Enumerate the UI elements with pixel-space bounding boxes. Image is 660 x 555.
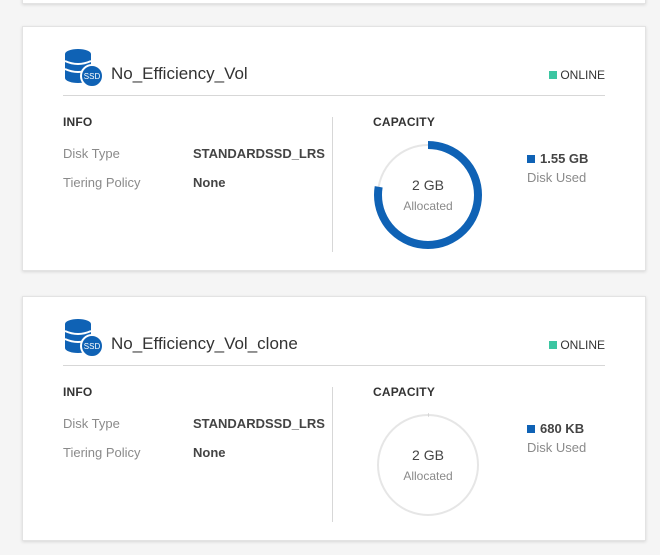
allocated-size: 2 GB [412,177,444,193]
legend-square [527,154,535,163]
disk-used-value: 1.55 GB [527,151,588,166]
header-divider [63,365,605,366]
capacity-title: CAPACITY [373,385,436,399]
ssd-volume-icon: SSD [63,47,105,89]
svg-text:SSD: SSD [84,72,101,81]
used-amount: 1.55 GB [540,151,589,166]
ssd-volume-icon: SSD [63,317,105,359]
volume-name: No_Efficiency_Vol_clone [111,334,298,353]
status-text: ONLINE [560,68,605,82]
allocated-label: Allocated [403,199,453,213]
volume-card[interactable]: SSD No_Efficiency_Vol ONLINE INFO Disk T… [22,26,646,271]
volume-name: No_Efficiency_Vol [111,64,248,83]
info-title: INFO [63,115,93,129]
section-divider [332,117,333,252]
tiering-policy-value: None [193,445,226,460]
allocated-size: 2 GB [412,447,444,463]
volume-card[interactable]: SSD No_Efficiency_Vol_clone ONLINE INFO … [22,296,646,541]
section-divider [332,387,333,522]
disk-used-label: Disk Used [527,170,587,185]
svg-text:SSD: SSD [84,342,101,351]
disk-type-value: STANDARDSSD_LRS [193,146,325,161]
status-dot [549,71,558,79]
disk-used-label: Disk Used [527,440,587,455]
status-dot [549,341,558,349]
allocated-label: Allocated [403,469,453,483]
previous-volume-card [22,0,646,4]
capacity-title: CAPACITY [373,115,436,129]
tiering-policy-label: Tiering Policy [63,175,141,190]
donut-center: 2 GB Allocated [372,409,484,521]
status-badge: ONLINE [549,68,605,82]
tiering-policy-label: Tiering Policy [63,445,141,460]
legend-square [527,424,535,433]
disk-type-value: STANDARDSSD_LRS [193,416,325,431]
used-amount: 680 KB [540,421,585,436]
status-text: ONLINE [560,338,605,352]
tiering-policy-value: None [193,175,226,190]
header-divider [63,95,605,96]
disk-type-label: Disk Type [63,416,120,431]
disk-used-value: 680 KB [527,421,584,436]
info-title: INFO [63,385,93,399]
status-badge: ONLINE [549,338,605,352]
donut-center: 2 GB Allocated [372,139,484,251]
disk-type-label: Disk Type [63,146,120,161]
